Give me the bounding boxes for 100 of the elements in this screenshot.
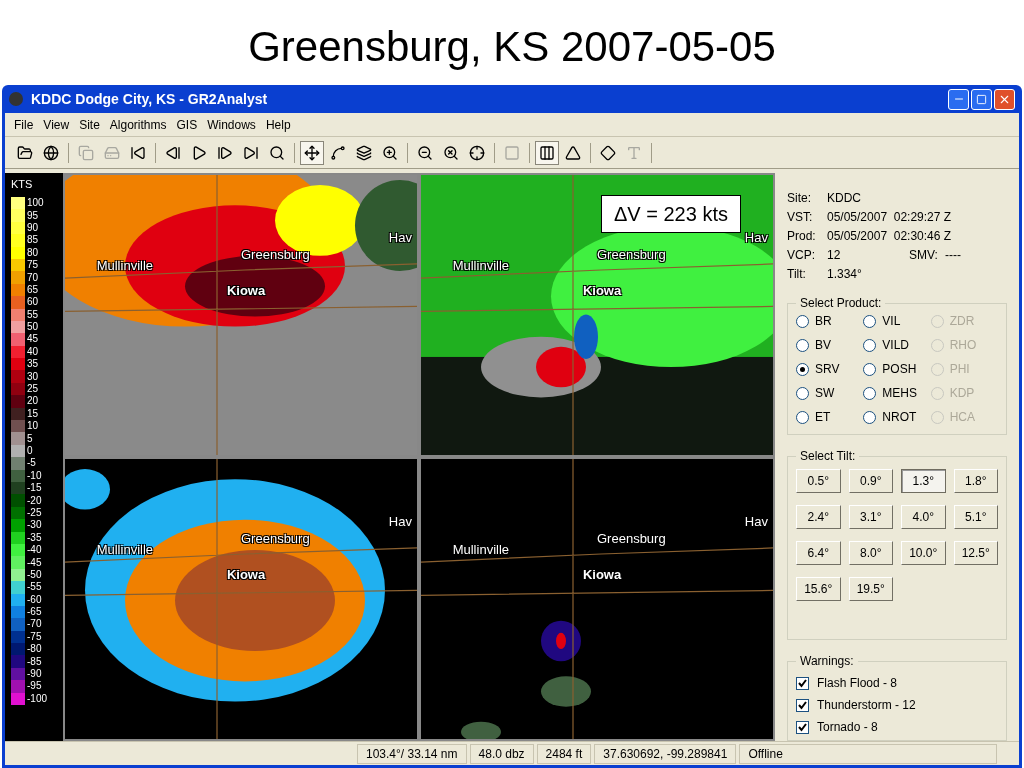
scale-label: -5 [27, 458, 36, 469]
town-label: Mullinville [96, 259, 154, 272]
tilt-button[interactable]: 12.5° [953, 541, 998, 565]
radio-label: NROT [882, 409, 917, 426]
status-field: 37.630692, -99.289841 [594, 743, 737, 764]
scale-label: 10 [27, 421, 39, 432]
town-label: Kiowa [582, 568, 622, 582]
radio-button[interactable] [796, 338, 809, 352]
zoom-clear-icon [443, 144, 459, 161]
line-segment-icon [330, 144, 346, 161]
scale-label: -40 [27, 545, 42, 556]
columns-button[interactable] [535, 140, 559, 165]
radio-label: ET [815, 409, 831, 426]
radio-button[interactable] [796, 386, 809, 400]
town-label: Kiowa [226, 284, 266, 298]
town-label: Greensburg [241, 247, 310, 261]
menu-item[interactable]: Help [260, 115, 296, 134]
tilt-button[interactable]: 4.0° [901, 505, 946, 529]
crosshair-icon [469, 144, 485, 161]
radar-panel[interactable]: Mullinville Greensburg Kiowa Hav [65, 459, 417, 739]
radio-button[interactable] [863, 338, 877, 352]
scale-label: -25 [27, 507, 42, 518]
copy-icon [78, 144, 94, 161]
menu-item[interactable]: GIS [171, 115, 203, 134]
scale-label: 80 [27, 247, 39, 258]
tilt-button[interactable]: 5.1° [953, 505, 998, 529]
scale-label: -80 [27, 644, 42, 655]
info-value: 1.334° [827, 265, 863, 283]
menu-item[interactable]: Site [74, 115, 105, 134]
menu-item[interactable]: File [9, 115, 39, 134]
scale-label: -75 [27, 631, 42, 642]
menu-item[interactable]: Windows [202, 115, 261, 134]
radio-label: BV [815, 337, 831, 354]
skip-back-icon [130, 144, 146, 161]
move-icon [304, 144, 320, 161]
radio-label: HCA [949, 409, 975, 426]
menu-item[interactable]: Algorithms [104, 115, 172, 134]
radar-panel[interactable]: Mullinville Greensburg Kiowa Hav [65, 175, 417, 455]
radio-label: PHI [949, 361, 970, 378]
scale-label: 45 [27, 334, 39, 345]
tilt-button[interactable]: 15.6° [796, 577, 841, 601]
slide-title: Greensburg, KS 2007-05-05 [247, 21, 777, 72]
radio-button[interactable] [863, 386, 877, 400]
scale-label: -20 [27, 495, 42, 506]
info-label: VCP: [787, 246, 816, 264]
scale-label: -90 [27, 669, 42, 680]
scale-label: 35 [27, 359, 39, 370]
window-title: KDDC Dodge City, KS - GR2Analyst [31, 89, 268, 109]
tilt-button[interactable]: 8.0° [848, 541, 893, 565]
radio-button[interactable] [796, 362, 809, 376]
scale-label: 5 [27, 433, 33, 444]
radio-button[interactable] [796, 314, 809, 328]
tilt-button[interactable]: 19.5° [848, 577, 893, 601]
radio-label: ZDR [949, 313, 975, 330]
radio-button[interactable] [863, 410, 877, 424]
tilt-button[interactable]: 1.3° [901, 469, 946, 493]
radio-button[interactable] [863, 314, 877, 328]
minimize-button[interactable] [948, 88, 969, 110]
radio-button[interactable] [796, 410, 809, 424]
status-field: 103.4°/ 33.14 nm [357, 743, 467, 764]
radio-label: RHO [949, 337, 977, 354]
tilt-button[interactable]: 1.8° [953, 469, 998, 493]
tilt-button[interactable]: 0.9° [848, 469, 893, 493]
tilt-button[interactable]: 6.4° [796, 541, 841, 565]
info-value: 05/05/2007 02:30:46 Z [827, 227, 952, 245]
info-label: VST: [787, 208, 814, 226]
triangle-icon [565, 144, 581, 161]
radar-panel[interactable]: Mullinville Greensburg Kiowa Hav ΔV = 223 kts [421, 175, 773, 455]
checkbox[interactable] [796, 720, 809, 734]
checkbox-label: Thunderstorm - 12 [817, 697, 916, 714]
radio-label: MEHS [882, 385, 917, 402]
maximize-icon [976, 93, 987, 105]
info-value: ---- [945, 246, 961, 264]
town-label: Greensburg [241, 531, 310, 545]
scale-label: -85 [27, 656, 42, 667]
scale-label: -55 [27, 582, 42, 593]
town-label: Hav [744, 231, 768, 244]
step-forward-icon [217, 144, 233, 161]
maximize-button[interactable] [971, 88, 992, 110]
checkbox[interactable] [796, 676, 809, 690]
radio-label: KDP [949, 385, 975, 402]
move-button[interactable] [300, 140, 324, 165]
menu-item[interactable]: View [38, 115, 75, 134]
group-title: Select Tilt: [799, 448, 857, 465]
scale-label: 0 [27, 446, 33, 456]
radio-button[interactable] [863, 362, 877, 376]
close-button[interactable] [994, 88, 1015, 110]
tilt-button[interactable]: 3.1° [848, 505, 893, 529]
tilt-button[interactable]: 10.0° [901, 541, 946, 565]
radar-panel[interactable]: Mullinville Greensburg Kiowa Hav [421, 459, 773, 739]
town-label: Mullinville [96, 543, 154, 556]
tilt-button[interactable]: 2.4° [796, 505, 841, 529]
checkbox[interactable] [796, 698, 809, 712]
tilt-button[interactable]: 0.5° [796, 469, 841, 493]
scale-label: 25 [27, 384, 39, 395]
town-label: Mullinville [452, 259, 510, 272]
town-label: Kiowa [226, 568, 266, 582]
scale-label: 55 [27, 309, 39, 320]
text-icon [626, 144, 642, 161]
info-value: 05/05/2007 02:29:27 Z [827, 208, 952, 226]
